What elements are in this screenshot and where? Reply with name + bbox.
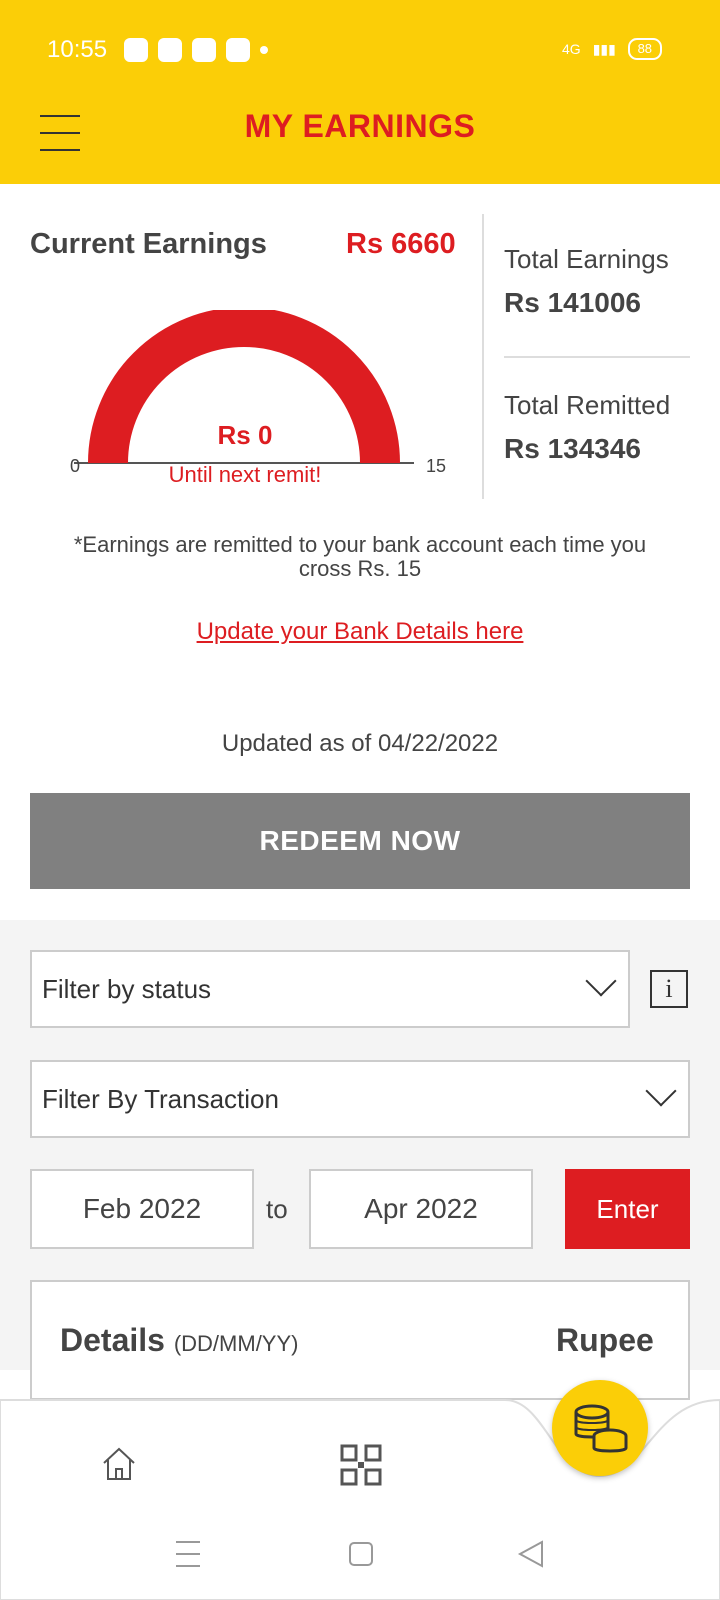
gauge-min-label: 0 xyxy=(70,456,81,476)
date-from-field[interactable]: Feb 2022 xyxy=(30,1169,254,1249)
total-earnings-label: Total Earnings xyxy=(504,244,669,274)
coins-button[interactable] xyxy=(552,1380,648,1476)
back-icon[interactable] xyxy=(517,1540,543,1568)
remit-gauge xyxy=(74,310,414,464)
redeem-now-button[interactable]: REDEEM NOW xyxy=(30,793,690,889)
status-notification-icons xyxy=(124,38,268,62)
date-to-field[interactable]: Apr 2022 xyxy=(309,1169,533,1249)
rupee-column-header: Rupee xyxy=(556,1322,654,1358)
network-label: 4G xyxy=(562,41,581,57)
home-system-icon[interactable] xyxy=(349,1542,373,1566)
remit-note: *Earnings are remitted to your bank acco… xyxy=(73,532,647,581)
details-header: Details (DD/MM/YY) xyxy=(60,1322,298,1359)
horizontal-divider xyxy=(504,356,690,358)
coins-icon xyxy=(574,1404,628,1453)
more-notifications-dot xyxy=(260,46,268,54)
details-title: Details xyxy=(60,1322,165,1358)
update-bank-details-link[interactable]: Update your Bank Details here xyxy=(0,618,720,646)
notification-app-icon xyxy=(124,38,148,62)
battery-icon: 88 xyxy=(627,38,662,60)
recent-apps-icon[interactable] xyxy=(176,1541,200,1567)
total-earnings-value: Rs 141006 xyxy=(504,287,642,318)
menu-line xyxy=(40,149,80,151)
notification-app-icon xyxy=(192,38,216,62)
page-title: MY EARNINGS xyxy=(244,108,476,144)
transaction-filter-placeholder: Filter By Transaction xyxy=(42,1083,279,1114)
gauge-value: Rs 0 xyxy=(217,420,273,450)
details-date-format: (DD/MM/YY) xyxy=(173,1331,299,1356)
status-filter-dropdown[interactable]: Filter by status xyxy=(30,950,630,1028)
chevron-down-icon xyxy=(645,1075,677,1107)
notification-app-icon xyxy=(158,38,182,62)
vertical-divider xyxy=(482,214,484,499)
home-icon[interactable] xyxy=(100,1445,138,1483)
app-header xyxy=(0,0,720,184)
current-earnings-label: Current Earnings xyxy=(30,228,267,260)
signal-icon: ▮▮▮ xyxy=(592,40,616,57)
date-range-separator: to xyxy=(266,1194,288,1224)
gauge-max-label: 15 xyxy=(426,456,447,476)
updated-date: Updated as of 04/22/2022 xyxy=(221,730,499,757)
total-remitted-value: Rs 134346 xyxy=(504,433,642,464)
enter-button[interactable]: Enter xyxy=(565,1169,690,1249)
info-icon[interactable]: i xyxy=(650,970,688,1008)
status-system-icons: 4G ▮▮▮ 88 xyxy=(562,38,662,60)
qr-icon[interactable] xyxy=(340,1444,382,1486)
total-remitted-label: Total Remitted xyxy=(504,390,671,420)
chevron-down-icon xyxy=(585,965,617,997)
notification-app-icon xyxy=(226,38,250,62)
gauge-caption: Until next remit! xyxy=(168,462,322,487)
status-time: 10:55 xyxy=(47,36,108,63)
current-earnings-value: Rs 6660 xyxy=(346,228,456,260)
status-filter-placeholder: Filter by status xyxy=(42,973,212,1004)
system-navigation-bar xyxy=(176,1540,543,1568)
transaction-filter-dropdown[interactable]: Filter By Transaction xyxy=(30,1060,690,1138)
